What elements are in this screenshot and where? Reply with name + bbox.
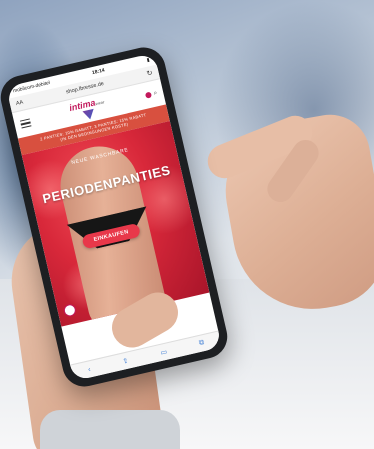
hero-banner[interactable]: NEUE WASCHBARE PERIODENPANTIES EINKAUFEN — [21, 120, 210, 327]
text-size-button[interactable]: AA — [15, 100, 24, 107]
search-icon[interactable]: ⌕ — [153, 90, 158, 98]
sweater-sleeve — [40, 410, 180, 449]
back-icon[interactable]: ‹ — [87, 366, 91, 373]
clock: 18:14 — [91, 67, 106, 77]
wishlist-icon[interactable] — [144, 91, 152, 99]
reload-icon[interactable]: ↻ — [146, 69, 153, 78]
hamburger-menu-icon[interactable] — [19, 118, 32, 129]
share-icon[interactable]: ⇪ — [122, 357, 129, 366]
photo-scene: mobilcom-debitel 18:14 ▮ AA shop.lbresse… — [0, 0, 374, 449]
bookmarks-icon[interactable]: ▭ — [160, 348, 168, 357]
tabs-icon[interactable]: ⧉ — [198, 339, 205, 348]
header-icons: ⌕ — [144, 90, 158, 100]
battery-icon: ▮ — [146, 57, 151, 64]
logo-subtext: wear — [94, 98, 105, 106]
logo-badge-icon — [82, 108, 96, 120]
